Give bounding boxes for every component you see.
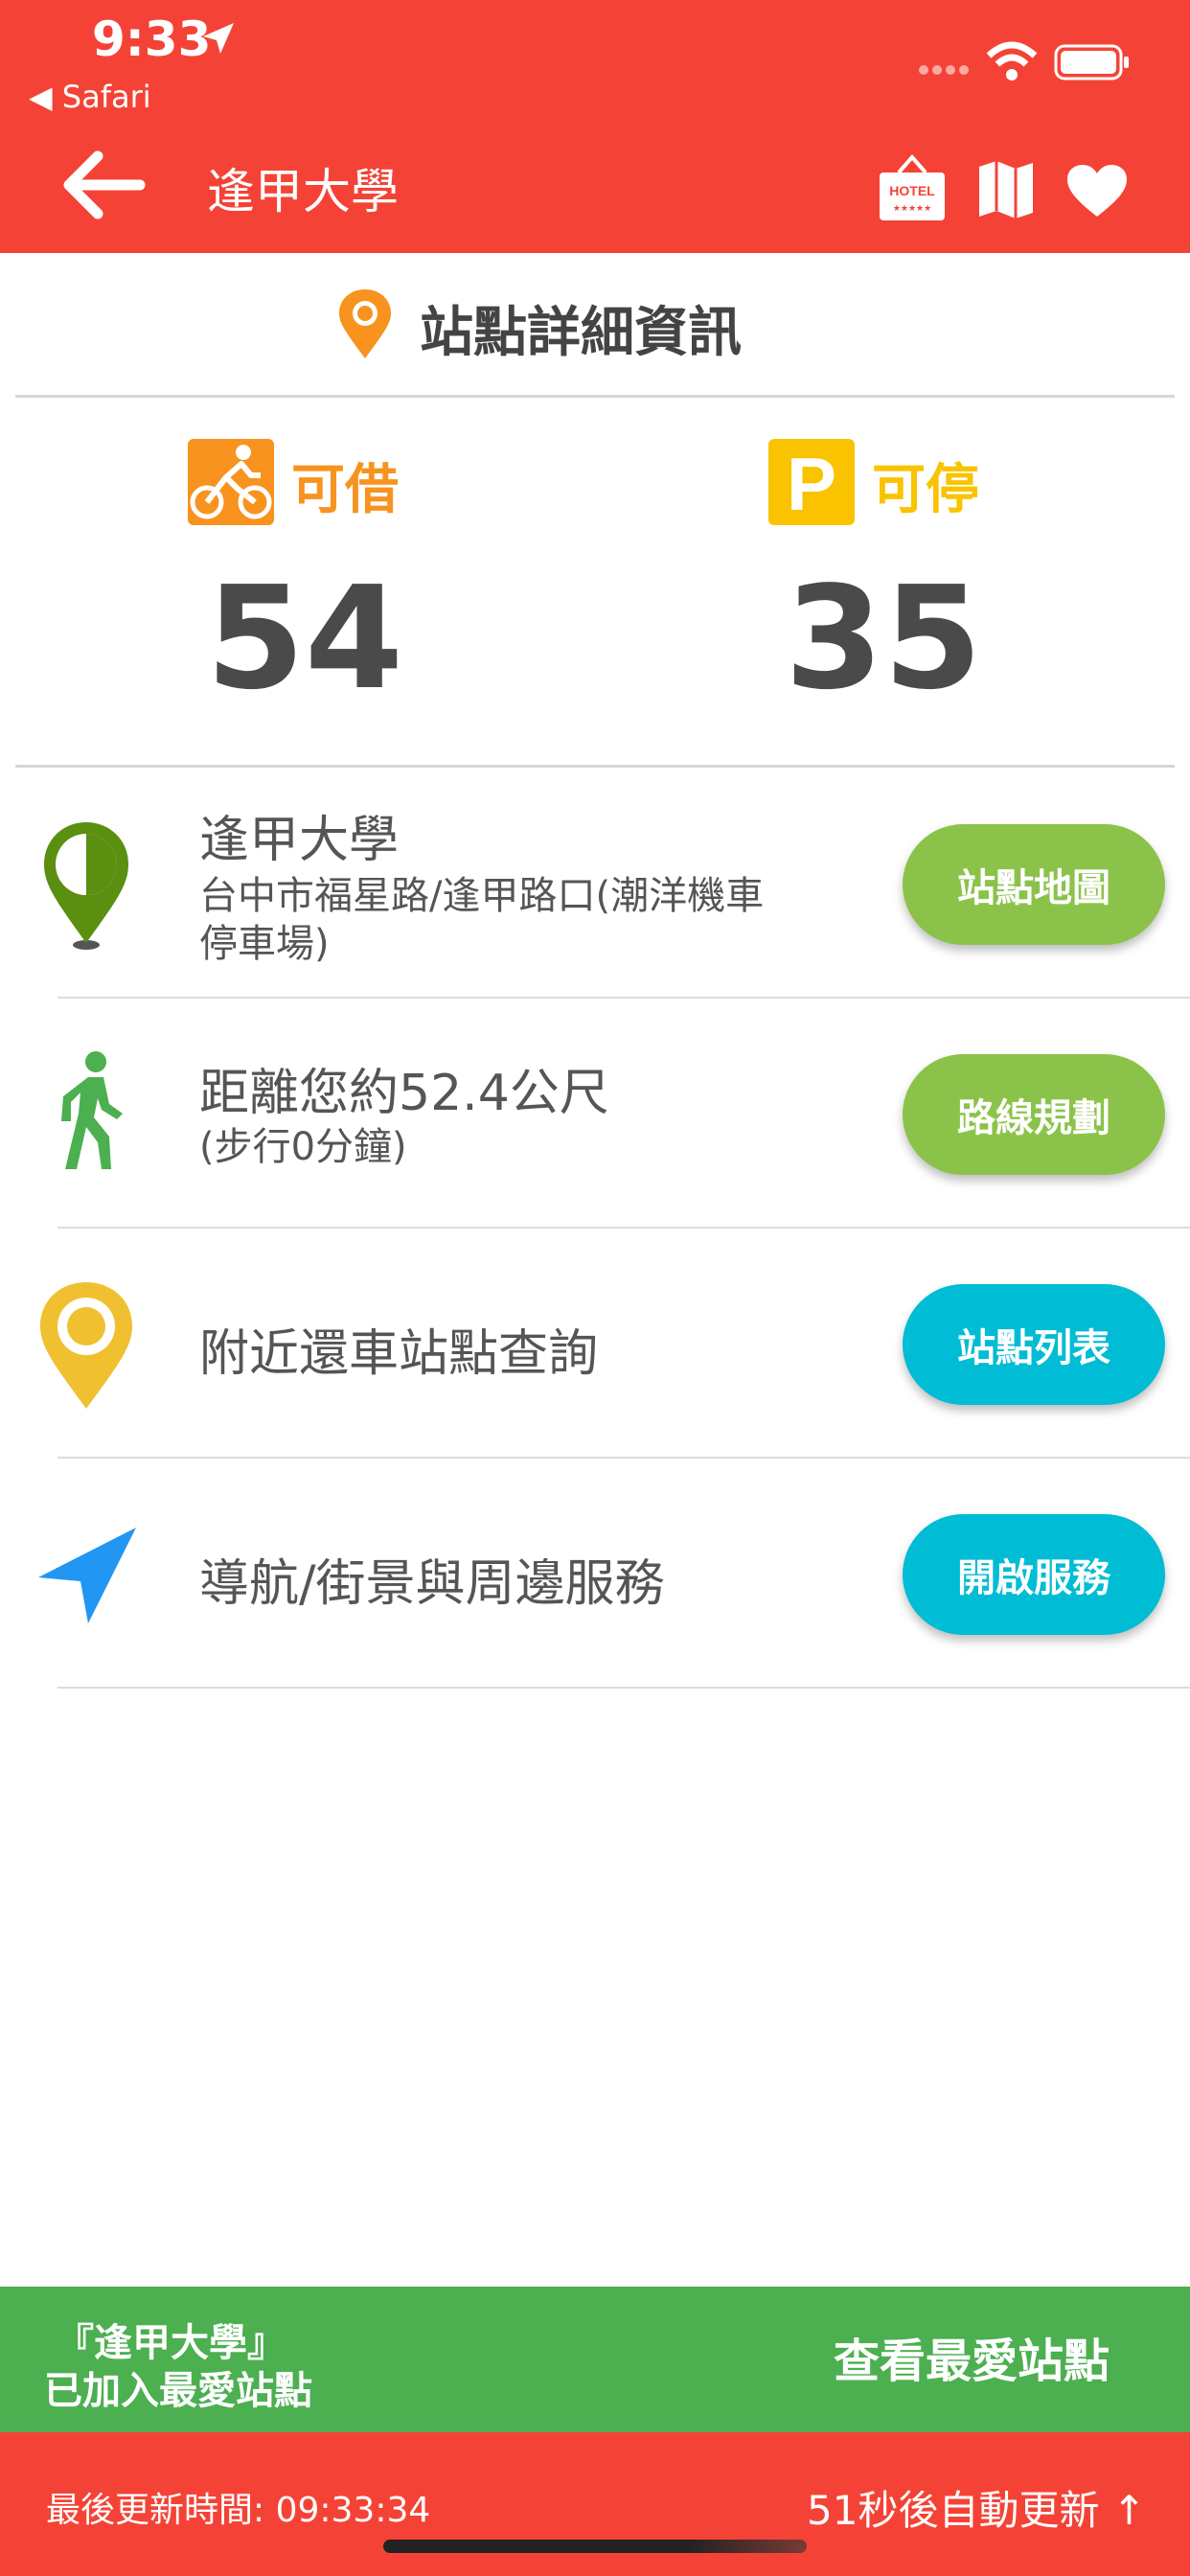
back-arrow-button[interactable] [61, 149, 148, 221]
wifi-icon [986, 41, 1038, 80]
walking-person-icon [61, 1051, 123, 1169]
route-planning-button[interactable]: 路線規劃 [903, 1054, 1165, 1175]
location-pin-icon [339, 289, 391, 358]
divider [15, 395, 1175, 398]
divider [57, 1687, 1190, 1689]
svg-text:P: P [787, 442, 836, 525]
divider [57, 1227, 1190, 1229]
distance-text: 距離您約52.4公尺 [199, 1065, 609, 1122]
navigation-services-text: 導航/街景與周邊服務 [199, 1555, 665, 1613]
bike-rent-icon [188, 439, 274, 525]
last-update-time: 最後更新時間: 09:33:34 [46, 2491, 431, 2530]
section-title: 站點詳細資訊 [420, 302, 742, 364]
park-available-count: 35 [785, 556, 982, 721]
rent-available-count: 54 [206, 556, 403, 721]
back-to-safari-link[interactable]: ◀ Safari [29, 79, 151, 115]
nearby-return-text: 附近還車站點查詢 [199, 1325, 599, 1383]
station-address-line2: 停車場) [199, 922, 330, 966]
battery-icon [1054, 44, 1129, 80]
map-icon[interactable] [977, 159, 1035, 220]
divider [57, 997, 1190, 999]
station-name: 逢甲大學 [199, 812, 400, 869]
heart-favorite-icon[interactable] [1065, 163, 1129, 218]
divider [57, 1457, 1190, 1459]
nearby-pin-icon [40, 1282, 132, 1409]
station-map-button[interactable]: 站點地圖 [903, 824, 1165, 945]
divider [15, 765, 1175, 768]
location-arrow-icon [203, 23, 234, 54]
park-available-label: 可停 [872, 459, 979, 521]
favorite-message-line2: 已加入最愛站點 [44, 2369, 312, 2413]
home-indicator[interactable] [383, 2540, 807, 2553]
station-address: 台中市福星路/逢甲路口(潮洋機車 [199, 874, 765, 918]
parking-icon: P [768, 439, 855, 525]
walking-time-text: (步行0分鐘) [199, 1125, 407, 1169]
hotel-icon[interactable]: HOTEL ★★★★★ [878, 153, 947, 222]
navigation-arrow-icon [38, 1528, 136, 1623]
status-time: 9:33 [92, 12, 212, 67]
svg-text:★★★★★: ★★★★★ [893, 204, 931, 214]
station-list-button[interactable]: 站點列表 [903, 1284, 1165, 1405]
auto-refresh-countdown[interactable]: 51秒後自動更新 ↑ [807, 2478, 1146, 2537]
svg-text:HOTEL: HOTEL [889, 183, 935, 198]
view-favorites-button[interactable]: 查看最愛站點 [834, 2323, 1110, 2390]
rent-available-label: 可借 [291, 459, 399, 521]
station-pin-icon [44, 822, 128, 950]
open-services-button[interactable]: 開啟服務 [903, 1514, 1165, 1635]
nav-title: 逢甲大學 [207, 164, 399, 219]
cellular-signal-icon [919, 65, 969, 75]
